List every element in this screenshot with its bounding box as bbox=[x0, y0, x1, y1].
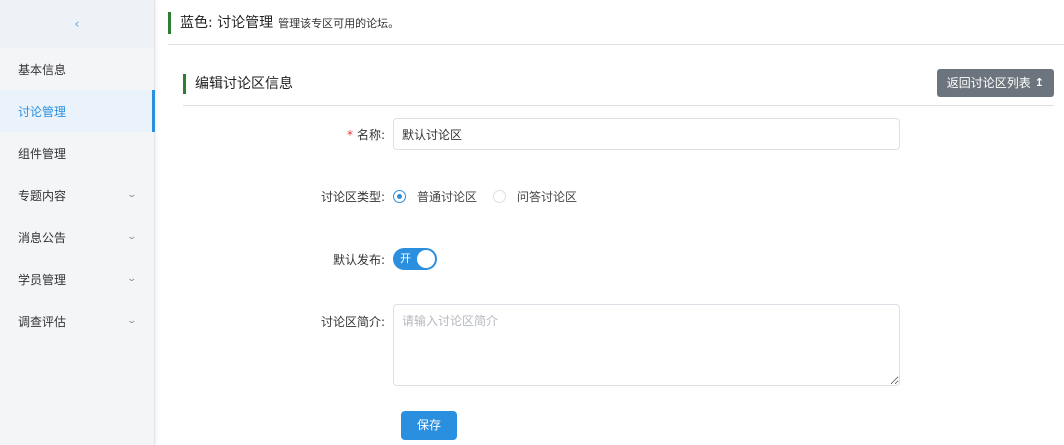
required-mark: * bbox=[346, 127, 353, 142]
page-title: 蓝色: 讨论管理 bbox=[180, 15, 274, 31]
form-row-publish: 默认发布: 开 bbox=[183, 248, 437, 270]
intro-textarea[interactable] bbox=[393, 304, 900, 386]
radio-normal-discussion[interactable]: 普通讨论区 bbox=[393, 188, 477, 205]
page-title-block: 蓝色: 讨论管理 管理该专区可用的论坛。 bbox=[168, 12, 1064, 34]
radio-qa-discussion[interactable]: 问答讨论区 bbox=[493, 188, 577, 205]
save-button[interactable]: 保存 bbox=[401, 411, 457, 440]
back-to-list-button[interactable]: 返回讨论区列表 ↥ bbox=[936, 69, 1054, 97]
form-row-intro: 讨论区简介: bbox=[183, 304, 900, 386]
publish-toggle[interactable]: 开 bbox=[393, 248, 437, 270]
chevron-down-icon: ⌄ bbox=[126, 232, 138, 242]
back-button-label: 返回讨论区列表 bbox=[946, 76, 1031, 90]
page-subtitle: 管理该专区可用的论坛。 bbox=[278, 17, 400, 30]
radio-label: 普通讨论区 bbox=[417, 189, 478, 204]
name-label: * 名称: bbox=[346, 127, 385, 142]
sidebar-item-component-management[interactable]: 组件管理 bbox=[0, 132, 154, 174]
toggle-knob bbox=[417, 250, 435, 268]
intro-label: 讨论区简介: bbox=[320, 315, 385, 329]
sidebar-item-label: 专题内容 bbox=[18, 188, 67, 203]
section-title: 编辑讨论区信息 bbox=[183, 74, 293, 94]
form-row-name: * 名称: bbox=[183, 118, 900, 150]
sidebar-item-topic-content[interactable]: 专题内容 ⌄ bbox=[0, 174, 154, 216]
chevron-down-icon: ⌄ bbox=[126, 190, 138, 200]
sidebar-item-label: 学员管理 bbox=[18, 272, 67, 287]
page-header: 蓝色: 讨论管理 管理该专区可用的论坛。 bbox=[168, 12, 1064, 45]
chevron-down-icon: ⌄ bbox=[126, 316, 138, 326]
sidebar-collapse-button[interactable]: ‹ bbox=[0, 0, 154, 48]
form-row-type: 讨论区类型: 普通讨论区 问答讨论区 bbox=[183, 186, 593, 206]
sidebar-item-student-management[interactable]: 学员管理 ⌄ bbox=[0, 258, 154, 300]
name-input[interactable] bbox=[393, 118, 900, 150]
radio-label: 问答讨论区 bbox=[517, 189, 578, 204]
type-label: 讨论区类型: bbox=[320, 189, 385, 204]
toggle-text: 开 bbox=[400, 252, 411, 265]
sidebar: ‹ 基本信息 讨论管理 组件管理 专题内容 ⌄ 消息公告 ⌄ 学员管理 ⌄ 调查… bbox=[0, 0, 155, 445]
sidebar-item-discussion-management[interactable]: 讨论管理 bbox=[0, 90, 155, 132]
chevron-left-icon[interactable]: ‹ bbox=[74, 17, 79, 32]
publish-label: 默认发布: bbox=[332, 252, 385, 267]
radio-button[interactable] bbox=[393, 189, 406, 203]
section-header: 编辑讨论区信息 返回讨论区列表 ↥ bbox=[183, 69, 1054, 106]
sidebar-item-label: 调查评估 bbox=[18, 314, 67, 329]
sidebar-item-survey-evaluation[interactable]: 调查评估 ⌄ bbox=[0, 300, 154, 342]
chevron-down-icon: ⌄ bbox=[126, 274, 138, 284]
arrow-up-icon: ↥ bbox=[1034, 76, 1044, 89]
sidebar-item-label: 消息公告 bbox=[18, 230, 67, 245]
sidebar-item-label: 组件管理 bbox=[18, 146, 67, 161]
sidebar-item-basic-info[interactable]: 基本信息 bbox=[0, 48, 154, 90]
radio-button[interactable] bbox=[493, 189, 507, 203]
sidebar-item-label: 基本信息 bbox=[18, 62, 67, 77]
type-radio-group: 普通讨论区 问答讨论区 bbox=[393, 188, 593, 205]
sidebar-item-label: 讨论管理 bbox=[18, 104, 67, 119]
sidebar-item-announcements[interactable]: 消息公告 ⌄ bbox=[0, 216, 154, 258]
